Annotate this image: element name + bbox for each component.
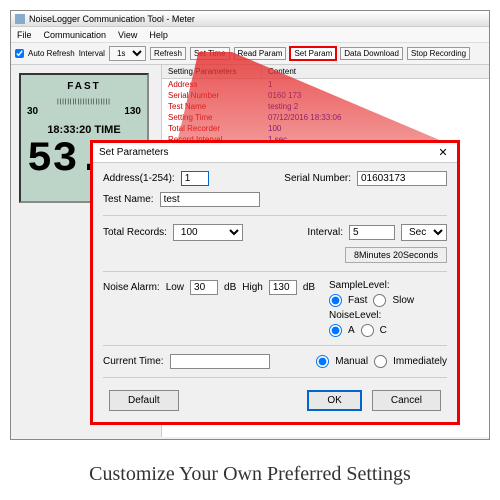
serial-input[interactable] <box>357 171 447 186</box>
refresh-button[interactable]: Refresh <box>150 47 186 60</box>
slow-radio[interactable] <box>373 294 386 307</box>
curtime-label: Current Time: <box>103 356 164 367</box>
caption: Customize Your Own Preferred Settings <box>0 463 500 486</box>
low-input[interactable] <box>190 280 218 295</box>
gauge-low: 30 <box>27 106 38 117</box>
lcd-mode: FAST <box>27 81 141 92</box>
manual-radio[interactable] <box>316 355 329 368</box>
set-param-button[interactable]: Set Param <box>290 47 336 60</box>
ok-button[interactable]: OK <box>307 390 361 411</box>
default-button[interactable]: Default <box>109 390 179 411</box>
c-radio[interactable] <box>361 324 374 337</box>
alarm-label: Noise Alarm: <box>103 282 160 293</box>
db-unit1: dB <box>224 282 236 293</box>
noise-label: NoiseLevel: <box>329 310 381 321</box>
menu-file[interactable]: File <box>17 30 32 40</box>
menu-help[interactable]: Help <box>149 30 168 40</box>
interval-input[interactable] <box>349 225 395 240</box>
dialog-titlebar: Set Parameters ✕ <box>93 143 457 163</box>
stop-recording-button[interactable]: Stop Recording <box>407 47 470 60</box>
data-download-button[interactable]: Data Download <box>340 47 403 60</box>
db-unit2: dB <box>303 282 315 293</box>
interval-select[interactable]: 1s <box>109 46 146 61</box>
address-input[interactable] <box>181 171 209 186</box>
high-label: High <box>242 282 263 293</box>
fast-radio[interactable] <box>329 294 342 307</box>
duration-display: 8Minutes 20Seconds <box>345 247 447 263</box>
titlebar: NoiseLogger Communication Tool - Meter <box>11 11 489 27</box>
cancel-button[interactable]: Cancel <box>372 390 441 411</box>
serial-label: Serial Number: <box>284 173 351 184</box>
menu-communication[interactable]: Communication <box>44 30 107 40</box>
sample-label: SampleLevel: <box>329 280 390 291</box>
interval-unit-select[interactable]: Sec <box>401 224 447 241</box>
app-title: NoiseLogger Communication Tool - Meter <box>29 14 195 24</box>
close-icon[interactable]: ✕ <box>435 145 451 161</box>
testname-label: Test Name: <box>103 194 154 205</box>
menu-view[interactable]: View <box>118 30 137 40</box>
total-label: Total Records: <box>103 227 167 238</box>
total-select[interactable]: 100 <box>173 224 243 241</box>
auto-refresh-checkbox[interactable] <box>15 49 24 58</box>
gauge-high: 130 <box>124 106 141 117</box>
immediately-radio[interactable] <box>374 355 387 368</box>
auto-refresh-label: Auto Refresh <box>28 49 75 58</box>
dialog-title: Set Parameters <box>99 147 168 158</box>
app-icon <box>15 14 25 24</box>
curtime-input[interactable] <box>170 354 270 369</box>
a-radio[interactable] <box>329 324 342 337</box>
testname-input[interactable] <box>160 192 260 207</box>
interval-label2: Interval: <box>307 227 343 238</box>
interval-label: Interval <box>79 49 105 58</box>
low-label: Low <box>166 282 184 293</box>
address-label: Address(1-254): <box>103 173 175 184</box>
set-parameters-dialog: Set Parameters ✕ Address(1-254): Serial … <box>90 140 460 425</box>
gauge-ticks: ||||||||||||||||||||| <box>57 99 111 105</box>
menubar: File Communication View Help <box>11 27 489 43</box>
high-input[interactable] <box>269 280 297 295</box>
lcd-gauge: 30 ||||||||||||||||||||| 130 <box>27 98 141 118</box>
